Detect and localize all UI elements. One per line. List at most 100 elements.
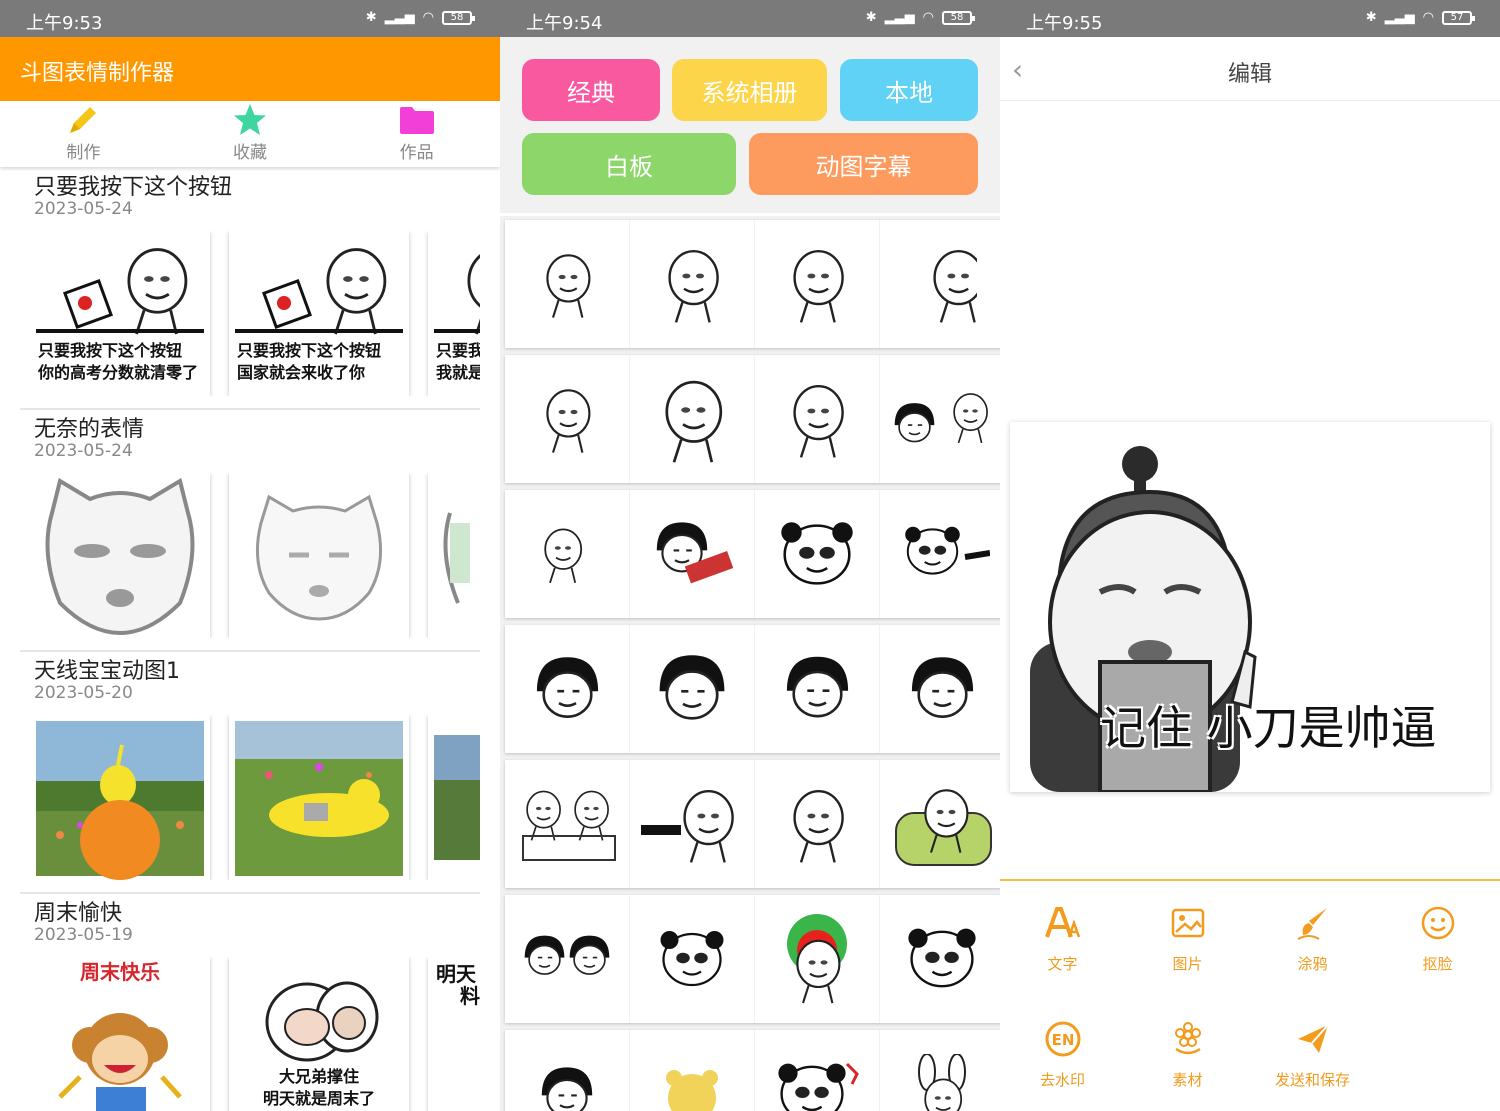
doodle-tool-button[interactable]: 涂鸦 [1250, 901, 1375, 974]
meme-caption: 只要我按下这个按钮 你的高考分数就清零了 [38, 340, 198, 384]
tab-favorites[interactable]: 收藏 [167, 101, 334, 167]
meme-thumbnail[interactable] [30, 473, 210, 638]
group-date: 2023-05-19 [34, 925, 133, 945]
sticker-item[interactable] [880, 1030, 1000, 1111]
meme-thumbnail[interactable]: 只要我 我就是 [428, 231, 480, 396]
editor-header: ‹ 编辑 [1000, 37, 1500, 101]
meme-caption: 只要我按下这个按钮 国家就会来收了你 [237, 340, 381, 384]
sticker-item[interactable] [755, 1030, 880, 1111]
meme-caption: 周末快乐 [80, 960, 160, 984]
page-title: 编辑 [1227, 62, 1272, 87]
sticker-item[interactable] [755, 355, 880, 483]
sticker-image [793, 384, 844, 459]
sticker-item[interactable] [630, 1030, 755, 1111]
category-whiteboard-button[interactable]: 白板 [522, 133, 736, 195]
sticker-image [777, 1062, 859, 1111]
sticker-item[interactable] [880, 625, 1000, 753]
sticker-item[interactable] [630, 355, 755, 483]
meme-image [45, 477, 195, 636]
material-tool-button[interactable]: 素材 [1125, 1017, 1250, 1090]
meme-image [265, 981, 379, 1062]
category-gif-subtitle-button[interactable]: 动图字幕 [749, 133, 978, 195]
caption-line: 我就是 [436, 363, 480, 382]
sticker-image [793, 789, 844, 864]
sticker-image [933, 249, 977, 324]
tool-label: 去水印 [1039, 1071, 1085, 1089]
sticker-item[interactable] [880, 760, 1000, 888]
edit-canvas[interactable]: 记住 小刀是帅逼 [1010, 422, 1490, 792]
tab-make[interactable]: 制作 [0, 101, 167, 167]
thumbnail-strip: 只要我按下这个按钮 你的高考分数就清零了 只要我按下这个按钮 国家就会来收了你 [30, 231, 480, 396]
category-classic-button[interactable]: 经典 [522, 59, 660, 121]
meme-thumbnail[interactable] [229, 473, 409, 638]
sticker-item[interactable] [505, 355, 630, 483]
thumbnail-strip: 周末快乐 大兄弟撑住 明天就是周末了 明天 料 [30, 957, 480, 1111]
sticker-item[interactable] [505, 1030, 630, 1111]
sticker-item[interactable] [630, 220, 755, 348]
meme-caption: 明天 料 [436, 963, 480, 1007]
text-tool-button[interactable]: 文字 [1000, 901, 1125, 974]
caption-line: 只要我按下这个按钮 [38, 341, 183, 360]
meme-image [255, 494, 383, 621]
category-album-button[interactable]: 系统相册 [672, 59, 827, 121]
folder-icon [399, 102, 435, 138]
status-time: 上午9:53 [26, 13, 103, 34]
group-title: 天线宝宝动图1 [34, 659, 180, 684]
overlay-caption[interactable]: 记住 小刀是帅逼 [1100, 692, 1437, 758]
meme-thumbnail[interactable]: 周末快乐 [30, 957, 210, 1111]
sticker-item[interactable] [755, 220, 880, 348]
sticker-item[interactable] [505, 895, 630, 1023]
meme-caption: 只要我 我就是 [436, 340, 480, 384]
caption-line: 你的高考分数就清零了 [38, 363, 199, 382]
sticker-image [785, 655, 849, 718]
sticker-item[interactable] [880, 355, 1000, 483]
sticker-item[interactable] [755, 760, 880, 888]
thumbnail-strip [30, 715, 480, 880]
sticker-item[interactable] [505, 490, 630, 618]
face-cutout-tool-button[interactable]: 抠脸 [1375, 901, 1500, 974]
sticker-item[interactable] [880, 895, 1000, 1023]
star-icon [232, 102, 268, 138]
sticker-grid [500, 216, 1000, 1111]
sticker-item[interactable] [755, 895, 880, 1023]
sticker-image [894, 789, 992, 866]
tab-works[interactable]: 作品 [333, 101, 500, 167]
tab-label: 收藏 [233, 143, 267, 163]
bluetooth-icon: ✱ [865, 10, 877, 25]
sticker-item[interactable] [630, 760, 755, 888]
meme-thumbnail[interactable]: 大兄弟撑住 明天就是周末了 [229, 957, 409, 1111]
works-screen: 上午9:53 ✱ ▂▃▅ ◠ 58 斗图表情制作器 制作 收藏 作品 只要我按下… [0, 0, 500, 1111]
meme-thumbnail[interactable]: 只要我按下这个按钮 国家就会来收了你 [229, 231, 409, 396]
category-local-button[interactable]: 本地 [840, 59, 978, 121]
remove-watermark-tool-button[interactable]: EN 去水印 [1000, 1017, 1125, 1090]
text-icon [1044, 901, 1081, 945]
sticker-item[interactable] [630, 490, 755, 618]
meme-image [36, 248, 204, 336]
sticker-item[interactable] [505, 625, 630, 753]
wifi-icon: ◠ [1422, 10, 1434, 25]
meme-thumbnail[interactable]: 只要我按下这个按钮 你的高考分数就清零了 [30, 231, 210, 396]
sticker-row [505, 895, 1000, 1023]
sticker-item[interactable] [505, 220, 630, 348]
meme-thumbnail[interactable] [229, 715, 409, 880]
sticker-item[interactable] [630, 625, 755, 753]
caption-line: 只要我按下这个按钮 [237, 341, 382, 360]
sticker-item[interactable] [755, 490, 880, 618]
meme-image [235, 721, 403, 876]
tab-label: 作品 [399, 143, 434, 163]
tool-label: 文字 [1047, 955, 1078, 973]
image-tool-button[interactable]: 图片 [1125, 901, 1250, 974]
meme-thumbnail[interactable]: 明天 料 [428, 957, 480, 1111]
meme-thumbnail[interactable] [428, 473, 480, 638]
group-title: 只要我按下这个按钮 [34, 175, 233, 200]
sticker-item[interactable] [880, 490, 1000, 618]
meme-thumbnail[interactable] [428, 715, 480, 880]
meme-thumbnail[interactable] [30, 715, 210, 880]
works-group: 周末愉快 2023-05-19 周末快乐 大兄弟撑住 明天就是周末了 明天 料 [20, 894, 480, 1111]
send-and-save-button[interactable]: 发送和保存 [1250, 1017, 1375, 1090]
bluetooth-icon: ✱ [1365, 10, 1377, 25]
sticker-item[interactable] [755, 625, 880, 753]
sticker-item[interactable] [880, 220, 1000, 348]
sticker-item[interactable] [505, 760, 630, 888]
sticker-item[interactable] [630, 895, 755, 1023]
